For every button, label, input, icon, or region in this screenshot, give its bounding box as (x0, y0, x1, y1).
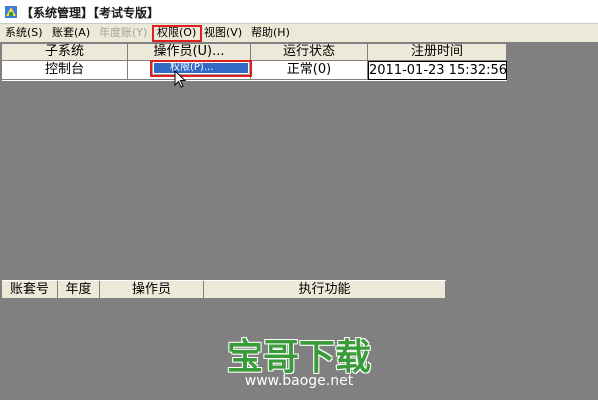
table-cell-register-time[interactable]: 2011-01-23 15:32:56 (368, 61, 507, 80)
title-bar: 【系统管理】【考试专版】 (0, 0, 598, 24)
menu-fiscal-year[interactable]: 年度账(Y) (99, 26, 147, 40)
column-header-operator-2[interactable]: 操作员 (100, 281, 204, 299)
column-header-function[interactable]: 执行功能 (204, 281, 446, 299)
table-cell-run-status[interactable]: 正常(0) (251, 61, 368, 80)
subsystem-table-header: 子系统 操作员(U)... 运行状态 注册时间 (2, 44, 507, 61)
menu-account[interactable]: 账套(A) (52, 26, 90, 40)
menu-view[interactable]: 视图(V) (204, 26, 242, 40)
mouse-cursor-icon (174, 70, 187, 88)
window-title: 【系统管理】【考试专版】 (21, 6, 160, 20)
table-cell-subsystem[interactable]: 控制台 (2, 61, 128, 80)
watermark: 宝哥下载 www.baoge.net (224, 340, 374, 398)
task-table-header: 账套号 年度 操作员 执行功能 (2, 280, 446, 299)
column-header-run-status[interactable]: 运行状态 (251, 44, 368, 61)
menu-item-permission-highlight (150, 60, 252, 77)
watermark-text: 宝哥下载 (226, 337, 371, 378)
app-icon (5, 6, 17, 18)
column-header-operator[interactable]: 操作员(U)... (128, 44, 251, 61)
subsystem-table: 子系统 操作员(U)... 运行状态 注册时间 控制台 正常(0) 2011-0… (2, 44, 507, 81)
menu-help[interactable]: 帮助(H) (251, 26, 290, 40)
menu-system[interactable]: 系统(S) (5, 26, 43, 40)
column-header-subsystem[interactable]: 子系统 (2, 44, 128, 61)
menu-bar: 系统(S) 账套(A) 年度账(Y) 权限(O) 视图(V) 帮助(H) (0, 24, 598, 42)
menu-permission-highlight (152, 25, 202, 42)
column-header-account-no[interactable]: 账套号 (2, 281, 58, 299)
watermark-url: www.baoge.net (244, 373, 354, 389)
column-header-year[interactable]: 年度 (58, 281, 100, 299)
column-header-register-time[interactable]: 注册时间 (368, 44, 507, 61)
